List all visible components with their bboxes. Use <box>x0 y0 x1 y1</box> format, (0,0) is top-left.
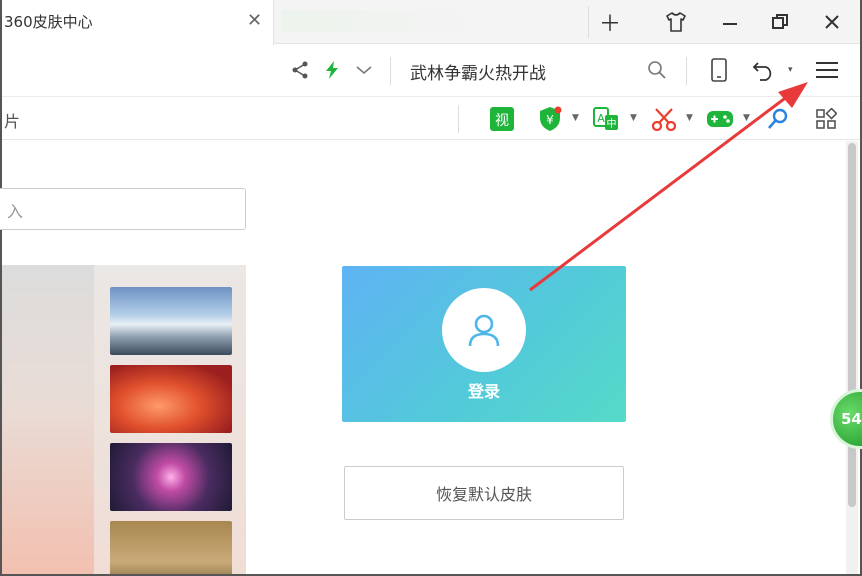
chevron-down-icon[interactable] <box>351 57 377 83</box>
undo-dropdown-caret[interactable]: ▾ <box>788 65 793 75</box>
divider <box>686 57 687 85</box>
bookmark-fragment[interactable]: 片 <box>4 108 20 132</box>
skin-thumbnail-flower[interactable] <box>110 443 232 511</box>
apps-grid-icon[interactable] <box>812 106 840 132</box>
shield-yuan-icon[interactable]: ¥ <box>536 106 564 132</box>
scissors-icon[interactable] <box>650 106 678 132</box>
skin-search-input[interactable]: 入 <box>0 188 246 230</box>
close-icon[interactable] <box>814 6 850 38</box>
menu-icon[interactable] <box>814 57 840 83</box>
title-bar: 360皮肤中心 ✕ ＋ <box>2 0 860 45</box>
chevron-down-icon[interactable]: ▼ <box>572 113 579 123</box>
svg-text:A: A <box>597 112 605 125</box>
svg-text:¥: ¥ <box>546 113 554 127</box>
login-card[interactable]: 登录 <box>342 266 626 422</box>
current-skin-preview <box>2 265 94 574</box>
divider <box>390 57 391 85</box>
blurred-tab <box>282 10 462 32</box>
user-avatar-icon[interactable] <box>442 288 526 372</box>
login-label[interactable]: 登录 <box>342 378 626 402</box>
skin-preview-panel <box>2 265 246 574</box>
svg-text:中: 中 <box>607 117 617 130</box>
minimize-icon[interactable] <box>712 6 748 38</box>
share-icon[interactable] <box>287 57 313 83</box>
magnifier-icon[interactable] <box>764 106 792 132</box>
close-icon[interactable]: ✕ <box>247 10 262 31</box>
lightning-icon[interactable] <box>319 57 345 83</box>
gamepad-icon[interactable] <box>706 106 734 132</box>
restore-icon[interactable] <box>762 6 798 38</box>
skin-thumbnail-canyon[interactable] <box>110 365 232 433</box>
svg-text:视: 视 <box>495 113 509 129</box>
tablet-icon[interactable] <box>706 57 732 83</box>
skin-thumbnail-list <box>94 265 246 574</box>
skin-center-page: 入 登录 恢复默认皮肤 <box>0 141 846 574</box>
search-input[interactable]: 武林争霸火热开战 <box>410 59 546 84</box>
search-placeholder: 入 <box>7 202 24 221</box>
vertical-scrollbar[interactable] <box>846 141 858 574</box>
undo-icon[interactable] <box>752 57 778 83</box>
chevron-down-icon[interactable]: ▼ <box>686 113 693 123</box>
skin-thumbnail-mountain[interactable] <box>110 287 232 355</box>
tab-title: 360皮肤中心 <box>4 13 93 31</box>
search-icon[interactable] <box>644 57 670 83</box>
divider <box>458 105 459 133</box>
address-toolbar: 武林争霸火热开战 ▾ <box>2 45 860 97</box>
skin-thumbnail-dog[interactable] <box>110 521 232 574</box>
chevron-down-icon[interactable]: ▼ <box>743 113 750 123</box>
skin-icon[interactable] <box>658 6 694 38</box>
badge-value: 54 <box>841 410 862 428</box>
extension-bar: 片 视 ¥ ▼ A中 ▼ ▼ ▼ <box>2 98 860 140</box>
new-tab-icon[interactable]: ＋ <box>592 6 628 38</box>
chevron-down-icon[interactable]: ▼ <box>630 113 637 123</box>
translate-icon[interactable]: A中 <box>592 106 620 132</box>
restore-default-skin-button[interactable]: 恢复默认皮肤 <box>344 466 624 520</box>
tab-skin-center[interactable]: 360皮肤中心 ✕ <box>2 0 274 45</box>
divider <box>588 6 589 38</box>
video-extension-icon[interactable]: 视 <box>488 106 516 132</box>
scrollbar-thumb[interactable] <box>848 143 856 507</box>
